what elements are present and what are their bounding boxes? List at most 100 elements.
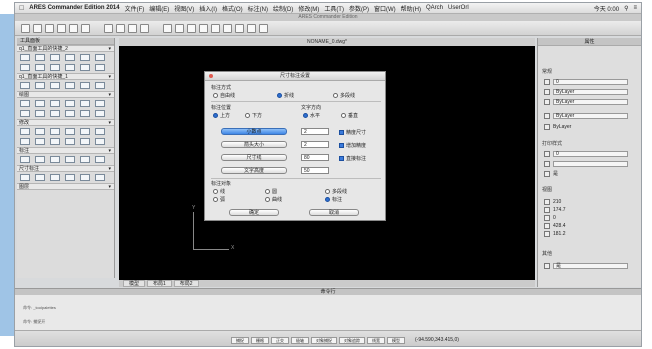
arc-tool-icon[interactable] xyxy=(65,54,75,61)
open-file-icon[interactable] xyxy=(33,23,42,33)
palette-section-layer[interactable]: 图层 ▾ xyxy=(17,183,114,190)
radio-line[interactable]: 线 xyxy=(213,188,225,195)
scale-tool-icon[interactable] xyxy=(65,82,75,89)
radio-circle[interactable]: 圆 xyxy=(265,188,277,195)
menu-window[interactable]: 窗口(W) xyxy=(374,4,396,13)
decimal-field[interactable]: 2 xyxy=(301,128,329,135)
properties-icon[interactable] xyxy=(211,23,220,33)
ucs-row[interactable]: 是 xyxy=(544,262,628,269)
menu-format[interactable]: 格式(O) xyxy=(222,4,243,13)
mirror-tool-icon[interactable] xyxy=(80,82,90,89)
checkbox-precision[interactable]: 精度尺寸 xyxy=(339,129,366,136)
grid-toggle[interactable]: 栅格 xyxy=(251,337,269,344)
print-icon[interactable] xyxy=(57,23,66,33)
measure-tool-icon[interactable] xyxy=(95,110,105,117)
menu-user[interactable]: UserOrl xyxy=(448,5,469,11)
tolerance-icon[interactable] xyxy=(65,138,75,145)
trim-tool-icon[interactable] xyxy=(20,100,30,107)
line-tool-icon[interactable] xyxy=(20,54,30,61)
cancel-button[interactable]: 取消 xyxy=(309,209,359,216)
layer-match-icon[interactable] xyxy=(95,174,105,181)
paste-icon[interactable] xyxy=(128,23,137,33)
text-height-button[interactable]: 文字高度 xyxy=(221,167,287,174)
tab-model[interactable]: 模型 xyxy=(123,280,146,287)
offset-tool-icon[interactable] xyxy=(95,82,105,89)
radius-dim-icon[interactable] xyxy=(65,128,75,135)
radio-curve[interactable]: 曲线 xyxy=(265,196,282,203)
ortho-toggle[interactable]: 正交 xyxy=(271,337,289,344)
erase-tool-icon[interactable] xyxy=(65,110,75,117)
text-height-field[interactable]: 50 xyxy=(301,167,329,174)
copy-tool-icon[interactable] xyxy=(35,82,45,89)
cut-icon[interactable] xyxy=(104,23,113,33)
polar-toggle[interactable]: 极轴 xyxy=(291,337,309,344)
ordinate-dim-icon[interactable] xyxy=(95,128,105,135)
lineweight-toggle[interactable]: 线宽 xyxy=(367,337,385,344)
otrack-toggle[interactable]: 对象追踪 xyxy=(339,337,365,344)
measure-icon[interactable] xyxy=(247,23,256,33)
color-row[interactable]: ByLayer xyxy=(544,112,628,119)
palette-section-quick-2[interactable]: q1_直面工具的快捷_2 ▾ xyxy=(17,45,114,52)
decimal-button[interactable]: 小数点 xyxy=(221,128,287,135)
fillet-tool-icon[interactable] xyxy=(50,100,60,107)
radio-polyline-object[interactable]: 多段线 xyxy=(325,188,347,195)
ellipse-tool-icon[interactable] xyxy=(95,54,105,61)
divide-tool-icon[interactable] xyxy=(80,110,90,117)
xref-icon[interactable] xyxy=(80,156,90,163)
palette-section-quick-1[interactable]: q1_直面工具的快捷_1 ▾ xyxy=(17,73,114,80)
chamfer-tool-icon[interactable] xyxy=(65,100,75,107)
array-tool-icon[interactable] xyxy=(80,100,90,107)
radio-dimension-object[interactable]: 标注 xyxy=(325,196,342,203)
app-name-menu[interactable]: ARES Commander Edition 2014 xyxy=(29,5,119,11)
tab-layout-2[interactable]: 布局2 xyxy=(173,280,199,287)
save-icon[interactable] xyxy=(45,23,54,33)
angular-dim-icon[interactable] xyxy=(50,128,60,135)
diameter-dim-icon[interactable] xyxy=(80,128,90,135)
menu-parameters[interactable]: 参数(P) xyxy=(349,4,369,13)
menu-edit[interactable]: 编辑(E) xyxy=(149,4,169,13)
radio-multiline[interactable]: 多段线 xyxy=(333,92,355,99)
block-insert-icon[interactable] xyxy=(50,156,60,163)
radio-horizontal[interactable]: 水平 xyxy=(303,112,320,119)
checkbox-direct-dimension[interactable]: 直接标注 xyxy=(339,155,366,162)
plot-table-row[interactable] xyxy=(544,160,628,167)
layer-freeze-icon[interactable] xyxy=(50,174,60,181)
polyline-tool-icon[interactable] xyxy=(35,54,45,61)
palette-section-dim-style[interactable]: 尺寸标注 ▾ xyxy=(17,165,114,172)
point-tool-icon[interactable] xyxy=(65,64,75,71)
ray-tool-icon[interactable] xyxy=(95,64,105,71)
layers-icon[interactable] xyxy=(223,23,232,33)
layer-iso-icon[interactable] xyxy=(80,174,90,181)
plot-style-row[interactable]: 0 xyxy=(544,150,628,157)
menu-help[interactable]: 帮助(H) xyxy=(401,4,421,13)
drawing-title-tab[interactable]: NONAME_0.dwg* xyxy=(119,38,535,46)
extend-tool-icon[interactable] xyxy=(35,100,45,107)
arrow-size-button[interactable]: 箭头大小 xyxy=(221,141,287,148)
pan-icon[interactable] xyxy=(163,23,172,33)
arrow-size-field[interactable]: 2 xyxy=(301,141,329,148)
menu-tools[interactable]: 工具(T) xyxy=(324,4,344,13)
join-tool-icon[interactable] xyxy=(50,110,60,117)
command-line-area[interactable]: 命令: _toolpalettes 命令: 捕捉开 xyxy=(15,295,641,330)
move-tool-icon[interactable] xyxy=(20,82,30,89)
menu-qarch[interactable]: QArch xyxy=(426,5,443,11)
table-tool-icon[interactable] xyxy=(20,156,30,163)
linear-dim-icon[interactable] xyxy=(20,128,30,135)
layer-row[interactable]: 0 xyxy=(544,78,628,85)
block-icon[interactable] xyxy=(235,23,244,33)
help-icon[interactable] xyxy=(259,23,268,33)
tab-layout-1[interactable]: 布局1 xyxy=(147,280,172,287)
continue-dim-icon[interactable] xyxy=(35,138,45,145)
image-insert-icon[interactable] xyxy=(65,156,75,163)
center-mark-icon[interactable] xyxy=(80,138,90,145)
spotlight-search-icon[interactable]: ⚲ xyxy=(624,5,628,12)
dim-line-button[interactable]: 尺寸线 xyxy=(221,154,287,161)
close-icon[interactable] xyxy=(209,74,213,78)
copy-icon[interactable] xyxy=(116,23,125,33)
mtext-tool-icon[interactable] xyxy=(35,156,45,163)
checkbox-add-precision[interactable]: 增加精度 xyxy=(339,142,366,149)
dim-line-field[interactable]: 80 xyxy=(301,154,329,161)
zoom-extents-icon[interactable] xyxy=(199,23,208,33)
baseline-dim-icon[interactable] xyxy=(20,138,30,145)
layer-on-icon[interactable] xyxy=(20,174,30,181)
